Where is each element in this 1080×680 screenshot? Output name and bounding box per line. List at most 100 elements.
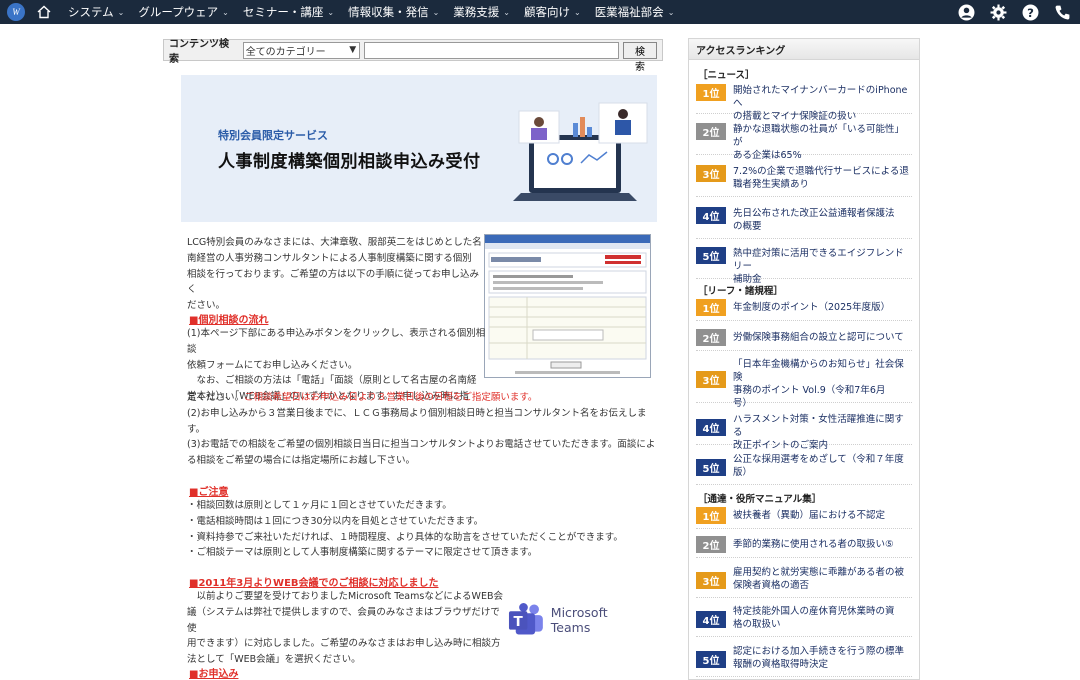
- text-line: LCG特別会員のみなさまには、大津章敬、服部英二をはじめとした名: [187, 237, 482, 248]
- text-line: 7.2%の企業で退職代行サービスによる退: [733, 166, 909, 177]
- text-line: 以前よりご要望を受けておりましたMicrosoft TeamsなどによるWEB会: [187, 591, 503, 602]
- ranking-link[interactable]: 「日本年金機構からのお知らせ」社会保険 事務のポイント Vol.9（令和7年6月号…: [733, 358, 912, 410]
- user-icon[interactable]: [956, 2, 976, 22]
- highlight-text: ご相談希望日はお申込み日より３営業日後の日程をご指定願います。: [244, 392, 538, 403]
- rank-badge: 4位: [696, 419, 726, 436]
- text-line: 季節的業務に使用される者の取扱い⑤: [733, 539, 894, 550]
- content-search-bar: コンテンツ検索 全てのカテゴリー ▼ 検索: [163, 39, 663, 73]
- ranking-item[interactable]: 3位 「日本年金機構からのお知らせ」社会保険 事務のポイント Vol.9（令和7年…: [696, 358, 912, 409]
- text-line: 開始されたマイナンバーカードのiPhoneへ: [733, 85, 908, 109]
- microsoft-teams-logo: T Microsoft Teams: [508, 600, 648, 640]
- text-line: 保険者資格の適否: [733, 580, 810, 591]
- web-text: 以前よりご要望を受けておりましたMicrosoft TeamsなどによるWEB会…: [187, 589, 505, 668]
- ranking-item[interactable]: 4位 ハラスメント対策・女性活躍推進に関する 改正ポイントのご案内: [696, 413, 912, 451]
- ranking-item[interactable]: 1位 開始されたマイナンバーカードのiPhoneへ の搭載とマイナ保険証の扱い: [696, 84, 912, 122]
- nav-item-system[interactable]: システム ⌄: [61, 0, 131, 24]
- ranking-link[interactable]: 静かな退職状態の社員が「いる可能性」が ある企業は65%: [733, 123, 912, 162]
- nav-label: 顧客向け: [523, 5, 570, 19]
- form-screenshot-image: [484, 234, 651, 378]
- category-select[interactable]: 全てのカテゴリー ▼: [242, 41, 361, 59]
- text-line: の概要: [733, 221, 762, 232]
- nav-label: 情報収集・発信: [348, 5, 429, 19]
- nav-item-seminar[interactable]: セミナー・講座 ⌄: [236, 0, 341, 24]
- ranking-item[interactable]: 1位 年金制度のポイント（2025年度版）: [696, 299, 912, 321]
- intro-text: LCG特別会員のみなさまには、大津章敬、服部英二をはじめとした名 南経営の人事労…: [187, 235, 483, 314]
- web-section-heading: ■2011年3月よりWEB会議でのご相談に対応しました: [189, 578, 439, 589]
- text-span: 定ください。: [187, 392, 245, 403]
- ranking-item[interactable]: 5位 認定における加入手続きを行う際の標準 報酬の資格取得時決定: [696, 645, 912, 677]
- ranking-link[interactable]: 年金制度のポイント（2025年度版）: [733, 301, 890, 314]
- ranking-item[interactable]: 5位 熱中症対策に活用できるエイジフレンドリー 補助金: [696, 247, 912, 285]
- notes-text: ・相談回数は原則として１ヶ月に１回とさせていただきます。 ・電話相談時間は１回に…: [187, 498, 657, 561]
- text-line: 認定における加入手続きを行う際の標準: [733, 646, 905, 657]
- nav-item-business-support[interactable]: 業務支援 ⌄: [446, 0, 517, 24]
- text-line: 特定技能外国人の産休育児休業時の資: [733, 606, 895, 617]
- ranking-link[interactable]: 認定における加入手続きを行う際の標準 報酬の資格取得時決定: [733, 645, 904, 671]
- text-line: 議（システムは弊社で提供しますので、会員のみなさまはブラウザだけで使: [187, 606, 500, 634]
- site-logo[interactable]: W: [7, 3, 25, 21]
- text-line: 報酬の資格取得時決定: [733, 659, 829, 670]
- ranking-category-news: ［ニュース］: [698, 70, 755, 81]
- chevron-down-icon: ⌄: [222, 7, 229, 17]
- service-banner[interactable]: 特別会員限定サービス 人事制度構築個別相談申込み受付: [181, 75, 657, 222]
- search-button[interactable]: 検索: [623, 41, 657, 73]
- teams-label: Microsoft Teams: [550, 605, 608, 635]
- ranking-item[interactable]: 2位 労働保険事務組合の設立と認可について: [696, 329, 912, 351]
- ranking-item[interactable]: 2位 季節的業務に使用される者の取扱い⑤: [696, 536, 912, 558]
- nav-item-customer[interactable]: 顧客向け ⌄: [517, 0, 588, 24]
- banner-subtitle: 特別会員限定サービス: [218, 129, 328, 142]
- rank-badge: 3位: [696, 371, 726, 388]
- ranking-item[interactable]: 2位 静かな退職状態の社員が「いる可能性」が ある企業は65%: [696, 123, 912, 161]
- rank-badge: 2位: [696, 123, 726, 140]
- ranking-link[interactable]: 被扶養者（異動）届における不認定: [733, 509, 885, 522]
- text-line: ・電話相談時間は１回につき30分以内を目処とさせていただきます。: [187, 515, 484, 527]
- banner-title: 人事制度構築個別相談申込み受付: [218, 152, 481, 172]
- nav-label: 業務支援: [453, 5, 500, 19]
- ranking-link[interactable]: 公正な採用選考をめざして（令和７年度 版）: [733, 453, 904, 479]
- text-line: 労働保険事務組合の設立と認可について: [733, 332, 904, 343]
- search-input[interactable]: [364, 41, 620, 59]
- text-line: ・相談回数は原則として１ヶ月に１回とさせていただきます。: [187, 500, 452, 511]
- nav-right-icons: ?: [956, 0, 1072, 24]
- ranking-link[interactable]: 開始されたマイナンバーカードのiPhoneへ の搭載とマイナ保険証の扱い: [733, 84, 912, 123]
- nav-item-info[interactable]: 情報収集・発信 ⌄: [341, 0, 446, 24]
- ranking-link[interactable]: 7.2%の企業で退職代行サービスによる退 職者発生実績あり: [733, 165, 909, 191]
- ranking-item[interactable]: 4位 特定技能外国人の産休育児休業時の資 格の取扱い: [696, 605, 912, 637]
- text-line: 静かな退職状態の社員が「いる可能性」が: [733, 124, 905, 148]
- ranking-category-leaflets: ［リーフ・諸規程］: [698, 286, 783, 297]
- ranking-link[interactable]: 特定技能外国人の産休育児休業時の資 格の取扱い: [733, 605, 895, 631]
- ranking-title: アクセスランキング: [689, 39, 919, 60]
- rank-badge: 5位: [696, 651, 726, 668]
- help-icon[interactable]: ?: [1020, 2, 1040, 22]
- text-line: 定ください。ご相談希望日はお申込み日より３営業日後の日程をご指定願います。: [187, 390, 657, 406]
- text-line: 改正ポイントのご案内: [733, 440, 829, 451]
- text-line: 熱中症対策に活用できるエイジフレンドリー: [733, 248, 904, 272]
- ranking-category-circulars: ［通達・役所マニュアル集］: [698, 494, 822, 505]
- text-line: 被扶養者（異動）届における不認定: [733, 510, 886, 521]
- ranking-link[interactable]: 熱中症対策に活用できるエイジフレンドリー 補助金: [733, 247, 912, 286]
- ranking-link[interactable]: 雇用契約と就労実態に乖離がある者の被 保険者資格の適否: [733, 566, 904, 592]
- ranking-link[interactable]: ハラスメント対策・女性活躍推進に関する 改正ポイントのご案内: [733, 413, 912, 452]
- text-line: (1)本ページ下部にある申込みボタンをクリックし、表示される個別相談: [187, 328, 486, 355]
- flow-text-continued: 定ください。ご相談希望日はお申込み日より３営業日後の日程をご指定願います。 (2…: [187, 390, 657, 469]
- nav-item-medical-welfare[interactable]: 医業福祉部会 ⌄: [588, 0, 682, 24]
- ranking-link[interactable]: 先日公布された改正公益通報者保護法 の概要: [733, 207, 895, 233]
- home-icon[interactable]: [33, 0, 55, 24]
- ranking-item[interactable]: 5位 公正な採用選考をめざして（令和７年度 版）: [696, 453, 912, 485]
- notes-section-heading: ■ご注意: [189, 487, 229, 498]
- nav-item-groupware[interactable]: グループウェア ⌄: [131, 0, 236, 24]
- ranking-item[interactable]: 3位 7.2%の企業で退職代行サービスによる退 職者発生実績あり: [696, 165, 912, 197]
- ranking-item[interactable]: 1位 被扶養者（異動）届における不認定: [696, 507, 912, 529]
- ranking-item[interactable]: 3位 雇用契約と就労実態に乖離がある者の被 保険者資格の適否: [696, 566, 912, 598]
- rank-badge: 1位: [696, 84, 726, 101]
- ranking-link[interactable]: 労働保険事務組合の設立と認可について: [733, 331, 904, 344]
- gear-icon[interactable]: [988, 2, 1008, 22]
- ranking-item[interactable]: 4位 先日公布された改正公益通報者保護法 の概要: [696, 207, 912, 239]
- ranking-link[interactable]: 季節的業務に使用される者の取扱い⑤: [733, 538, 894, 551]
- chevron-down-icon: ⌄: [573, 7, 581, 17]
- flow-section-heading: ■個別相談の流れ: [189, 315, 269, 326]
- chevron-down-icon: ⌄: [432, 7, 440, 17]
- apply-section-heading[interactable]: ■お申込み: [189, 665, 238, 680]
- category-selected-value: 全てのカテゴリー: [245, 46, 326, 58]
- phone-icon[interactable]: [1052, 2, 1072, 22]
